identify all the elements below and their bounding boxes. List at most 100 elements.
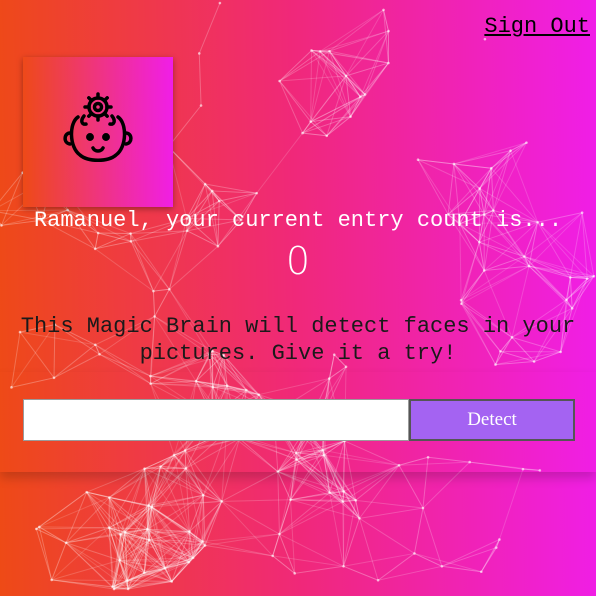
particle-link bbox=[345, 75, 352, 117]
particle-link bbox=[441, 565, 482, 573]
particle-dot bbox=[342, 490, 345, 493]
particle-link bbox=[148, 505, 150, 540]
particle-link bbox=[188, 541, 204, 563]
particle-dot bbox=[310, 49, 313, 52]
particle-link bbox=[86, 491, 148, 530]
particle-dot bbox=[210, 189, 214, 193]
particle-link bbox=[113, 534, 121, 590]
particle-link bbox=[112, 580, 172, 588]
particle-link bbox=[144, 468, 148, 530]
particle-link bbox=[144, 561, 189, 574]
particle-link bbox=[147, 528, 194, 559]
particle-link bbox=[277, 471, 280, 535]
particle-link bbox=[350, 96, 361, 117]
particle-link bbox=[329, 492, 345, 567]
particle-dot bbox=[565, 298, 568, 302]
particle-link bbox=[149, 531, 190, 541]
particle-link bbox=[192, 545, 206, 559]
particle-link bbox=[189, 531, 206, 546]
particle-link bbox=[221, 471, 279, 502]
particle-dot bbox=[478, 187, 481, 190]
particle-link bbox=[144, 557, 194, 574]
particle-link bbox=[126, 572, 145, 582]
particle-link bbox=[202, 533, 280, 542]
particle-link bbox=[86, 491, 121, 561]
particle-link bbox=[350, 62, 389, 117]
particle-link bbox=[279, 80, 328, 137]
particle-link bbox=[39, 491, 87, 528]
particle-link bbox=[204, 183, 213, 192]
particle-link bbox=[383, 9, 389, 64]
particle-link bbox=[124, 505, 149, 533]
sign-out-link[interactable]: Sign Out bbox=[484, 13, 590, 41]
particle-link bbox=[326, 75, 347, 136]
particle-link bbox=[480, 547, 497, 573]
particle-link bbox=[86, 491, 110, 528]
particle-link bbox=[310, 116, 351, 123]
particle-dot bbox=[271, 554, 275, 558]
particle-link bbox=[319, 51, 366, 95]
particle-link bbox=[65, 542, 115, 590]
particle-link bbox=[221, 500, 280, 535]
particle-dot bbox=[35, 527, 38, 531]
particle-dot bbox=[416, 158, 420, 162]
particle-link bbox=[127, 572, 145, 590]
particle-link bbox=[417, 159, 492, 169]
particle-link bbox=[329, 492, 360, 519]
particle-link bbox=[290, 490, 344, 501]
particle-link bbox=[146, 528, 166, 569]
particle-link bbox=[39, 526, 67, 544]
particle-dot bbox=[354, 499, 358, 502]
particle-link bbox=[65, 542, 120, 561]
particle-link bbox=[65, 542, 129, 590]
particle-dot bbox=[278, 79, 281, 83]
particle-link bbox=[125, 531, 190, 533]
particle-link bbox=[566, 299, 573, 309]
particle-link bbox=[120, 505, 149, 535]
particle-link bbox=[204, 501, 223, 546]
particle-link bbox=[146, 466, 162, 530]
particle-link bbox=[343, 500, 357, 567]
particle-link bbox=[108, 527, 121, 535]
particle-link bbox=[51, 579, 115, 590]
particle-link bbox=[279, 80, 312, 122]
particle-link bbox=[124, 531, 145, 574]
particle-link bbox=[127, 567, 166, 590]
particle-link bbox=[39, 526, 110, 529]
particle-link bbox=[144, 545, 206, 574]
particle-dot bbox=[328, 491, 331, 494]
particle-link bbox=[302, 96, 361, 134]
particle-link bbox=[0, 172, 24, 202]
image-url-input[interactable] bbox=[23, 399, 409, 441]
particle-link bbox=[453, 163, 492, 169]
particle-link bbox=[343, 552, 415, 567]
particle-link bbox=[144, 572, 172, 582]
particle-link bbox=[119, 534, 121, 561]
particle-link bbox=[311, 50, 366, 95]
particle-link bbox=[113, 528, 148, 590]
particle-link bbox=[277, 471, 344, 503]
particle-dot bbox=[325, 134, 329, 138]
particle-link bbox=[149, 539, 206, 546]
particle-link bbox=[490, 168, 494, 211]
particle-link bbox=[108, 527, 126, 533]
detect-button[interactable]: Detect bbox=[409, 399, 575, 441]
particle-link bbox=[113, 532, 126, 590]
particle-link bbox=[127, 567, 166, 582]
particle-link bbox=[329, 492, 356, 501]
particle-link bbox=[329, 50, 366, 95]
particle-dot bbox=[349, 115, 352, 118]
particle-link bbox=[192, 495, 204, 558]
particle-link bbox=[124, 531, 173, 582]
particle-dot bbox=[187, 560, 191, 564]
particle-link bbox=[144, 468, 153, 507]
particle-dot bbox=[328, 49, 331, 53]
particle-link bbox=[143, 505, 150, 573]
particle-link bbox=[86, 491, 149, 506]
particle-link bbox=[171, 557, 194, 582]
particle-link bbox=[113, 572, 145, 590]
intro-line-2: pictures. Give it a try! bbox=[139, 341, 457, 366]
particle-link bbox=[127, 539, 150, 590]
particle-link bbox=[151, 506, 194, 559]
particle-link bbox=[345, 62, 389, 77]
